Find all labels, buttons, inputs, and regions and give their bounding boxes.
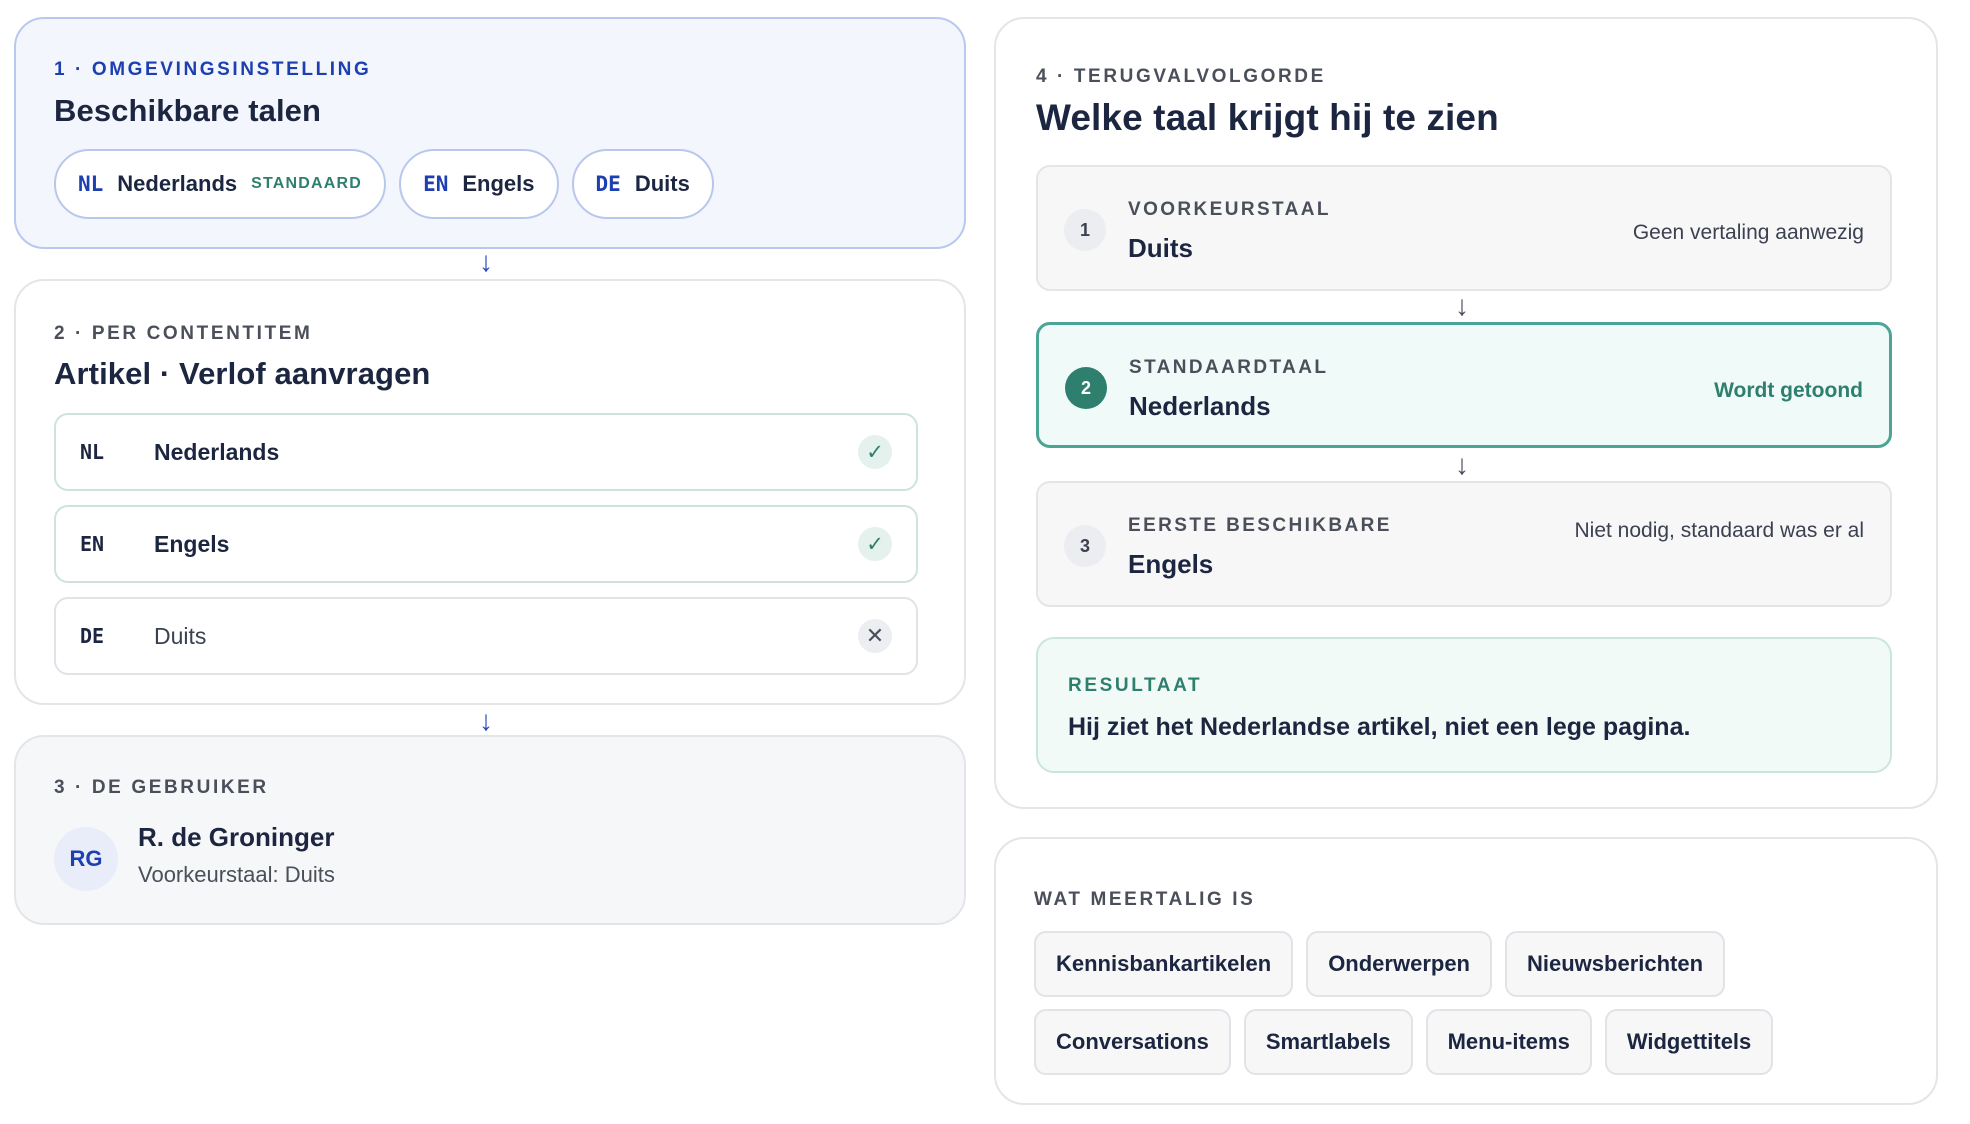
language-pill-nl: NL Nederlands STANDAARD [54, 149, 387, 219]
translation-row-nl: NL Nederlands ✓ [54, 413, 918, 491]
arrow-down-icon: ↓ [479, 705, 493, 736]
section-title: Welke taal krijgt hij te zien [1036, 97, 1499, 138]
step-label: Eerste beschikbare [1128, 515, 1392, 536]
check-icon: ✓ [858, 435, 892, 469]
language-name: Engels [154, 530, 230, 557]
content-type-chip: Menu-items [1425, 1009, 1592, 1075]
content-type-chip: Conversations [1034, 1009, 1231, 1075]
step-label: Voorkeurstaal [1128, 199, 1331, 220]
fallback-step-first-available: 3 Eerste beschikbare Engels Niet nodig, … [1036, 481, 1892, 607]
check-icon: ✓ [858, 527, 892, 561]
step-note: Geen vertaling aanwezig [1632, 221, 1864, 244]
step-label: Standaardtaal [1129, 357, 1329, 378]
result-text: Hij ziet het Nederlandse artikel, niet e… [1068, 713, 1691, 741]
default-badge: STANDAARD [251, 175, 363, 192]
available-languages-card: 1 · Omgevingsinstelling Beschikbare tale… [14, 17, 966, 249]
language-pill-en: EN Engels [399, 149, 559, 219]
translation-row-en: EN Engels ✓ [54, 505, 918, 583]
cross-icon: ✕ [858, 619, 892, 653]
arrow-down-icon: ↓ [1455, 449, 1469, 480]
fallback-step-default: 2 Standaardtaal Nederlands Wordt getoond [1036, 322, 1892, 448]
language-name: Nederlands [154, 438, 280, 465]
step-language: Nederlands [1129, 391, 1271, 421]
step-language: Engels [1128, 549, 1214, 579]
step-language: Duits [1128, 233, 1193, 263]
section-eyebrow: 3 · De gebruiker [54, 777, 269, 798]
language-pills: NL Nederlands STANDAARD EN Engels DE Dui… [54, 149, 714, 219]
content-type-chip: Smartlabels [1243, 1009, 1413, 1075]
section-eyebrow: 4 · Terugvalvolgorde [1036, 66, 1326, 87]
language-name: Engels [462, 171, 535, 196]
language-code: NL [80, 440, 105, 464]
avatar: RG [54, 827, 118, 891]
user-preference: Voorkeurstaal: Duits [138, 862, 335, 887]
fallback-step-preferred: 1 Voorkeurstaal Duits Geen vertaling aan… [1036, 165, 1892, 291]
section-eyebrow: Wat meertalig is [1034, 889, 1256, 910]
content-type-chip: Onderwerpen [1306, 931, 1492, 997]
language-code: NL [78, 172, 104, 196]
language-name: Duits [634, 171, 690, 196]
language-code: EN [423, 172, 449, 196]
step-number: 3 [1064, 525, 1106, 567]
section-eyebrow: 1 · Omgevingsinstelling [54, 59, 372, 80]
arrow-down-icon: ↓ [479, 246, 493, 277]
arrow-down-icon: ↓ [1455, 290, 1469, 321]
content-item-card: 2 · Per contentitem Artikel · Verlof aan… [14, 279, 966, 705]
content-type-chips: Kennisbankartikelen Onderwerpen Nieuwsbe… [1034, 931, 1914, 1075]
result-box: Resultaat Hij ziet het Nederlandse artik… [1036, 637, 1892, 773]
section-eyebrow: 2 · Per contentitem [54, 323, 313, 344]
result-eyebrow: Resultaat [1068, 675, 1203, 696]
step-note: Wordt getoond [1714, 379, 1863, 402]
multilingual-content-card: Wat meertalig is Kennisbankartikelen Ond… [994, 837, 1938, 1105]
step-number: 1 [1064, 209, 1106, 251]
step-note: Niet nodig, standaard was er al [1574, 519, 1865, 542]
section-title: Beschikbare talen [54, 93, 322, 128]
language-code: DE [80, 624, 105, 648]
content-type-chip: Nieuwsberichten [1505, 931, 1726, 997]
user-name: R. de Groninger [138, 822, 335, 852]
user-card: 3 · De gebruiker RG R. de Groninger Voor… [14, 735, 966, 925]
language-code: EN [80, 532, 105, 556]
content-type-chip: Widgettitels [1604, 1009, 1774, 1075]
step-number: 2 [1065, 367, 1107, 409]
language-name: Duits [154, 622, 207, 649]
language-code: DE [595, 172, 621, 196]
language-name: Nederlands [117, 171, 238, 196]
section-title: Artikel · Verlof aanvragen [54, 356, 431, 391]
language-pill-de: DE Duits [571, 149, 714, 219]
fallback-order-card: 4 · Terugvalvolgorde Welke taal krijgt h… [994, 17, 1938, 809]
content-type-chip: Kennisbankartikelen [1034, 931, 1294, 997]
translation-row-de: DE Duits ✕ [54, 597, 918, 675]
